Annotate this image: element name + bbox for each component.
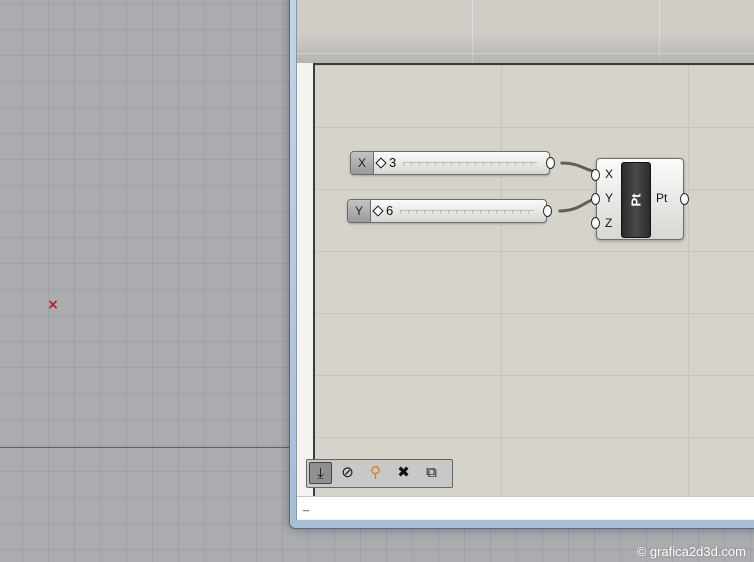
status-text: _	[303, 500, 310, 512]
canvas-toolbar: ⤓ ⊘ ⚲ ✖ ⧉	[306, 459, 453, 488]
input-label-x: X	[605, 167, 614, 181]
ribbon-area	[297, 0, 754, 63]
slider-x-label: X	[351, 152, 374, 174]
component-core-label: Pt	[628, 193, 644, 207]
input-grip-x[interactable]	[591, 169, 600, 181]
slider-y-label: Y	[348, 200, 371, 222]
output-label-pt: Pt	[656, 191, 668, 205]
input-grip-y[interactable]	[591, 193, 600, 205]
watermark: © grafica2d3d.com	[636, 544, 746, 559]
slider-y-track[interactable]	[400, 210, 534, 214]
input-grip-z[interactable]	[591, 217, 600, 229]
grasshopper-client: X 3 Y 6 X Y Z Pt Pt ⤓ ⊘ ⚲ ✖ ⧉ _	[296, 0, 754, 520]
slider-y-output-grip[interactable]	[543, 205, 552, 217]
diamond-icon	[372, 205, 384, 217]
grasshopper-canvas[interactable]: X 3 Y 6 X Y Z Pt Pt	[313, 63, 754, 498]
diamond-icon	[375, 157, 387, 169]
pin-icon[interactable]: ⚲	[364, 462, 387, 484]
status-bar: _	[297, 496, 754, 519]
x-axis-line	[0, 447, 300, 448]
clip-icon[interactable]: ⊘	[336, 462, 359, 484]
slider-x-value: 3	[389, 155, 397, 170]
output-grip-pt[interactable]	[680, 193, 689, 205]
input-label-y: Y	[605, 191, 614, 205]
rhino-viewport[interactable]	[0, 0, 300, 562]
component-core[interactable]: Pt	[621, 162, 651, 238]
slider-y[interactable]: Y 6	[347, 199, 552, 223]
close-hex-icon[interactable]: ✖	[392, 462, 415, 484]
wires	[558, 161, 608, 213]
slider-x-track[interactable]	[403, 162, 537, 166]
window-stack-icon[interactable]: ⧉	[420, 462, 443, 484]
point-marker[interactable]: ×	[46, 298, 60, 312]
input-label-z: Z	[605, 216, 613, 230]
construct-point-component[interactable]: X Y Z Pt Pt	[591, 158, 689, 240]
slider-x[interactable]: X 3	[350, 151, 555, 175]
grasshopper-window: X 3 Y 6 X Y Z Pt Pt ⤓ ⊘ ⚲ ✖ ⧉ _	[289, 0, 754, 529]
slider-y-value: 6	[386, 203, 394, 218]
slider-x-output-grip[interactable]	[546, 157, 555, 169]
download-icon[interactable]: ⤓	[309, 462, 332, 484]
